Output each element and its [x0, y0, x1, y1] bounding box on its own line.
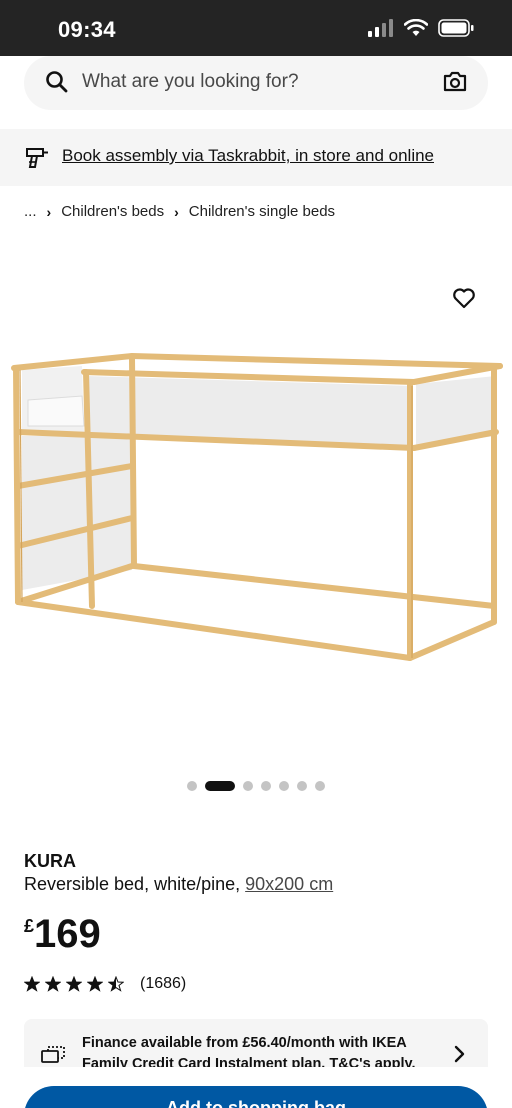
price-currency: £ — [24, 916, 35, 936]
rating-count: (1686) — [140, 975, 187, 992]
carousel-dot[interactable] — [279, 781, 289, 791]
product-description: Reversible bed, white/pine, 90x200 cm — [24, 874, 333, 895]
star-full-icon — [87, 976, 103, 992]
breadcrumb: ... › Children's beds › Children's singl… — [24, 203, 335, 220]
product-type: Reversible bed, white/pine, — [24, 874, 241, 894]
status-time: 09:34 — [58, 17, 116, 42]
product-name: KURA — [24, 851, 76, 871]
camera-icon[interactable] — [442, 69, 468, 100]
chevron-right-icon — [454, 1045, 466, 1067]
carousel-dot-active[interactable] — [205, 781, 235, 791]
carousel-dot[interactable] — [261, 781, 271, 791]
product-price: £169 — [24, 912, 101, 957]
star-full-icon — [24, 976, 40, 992]
drill-icon — [24, 145, 50, 176]
wifi-icon — [403, 18, 429, 42]
search-input[interactable]: What are you looking for? — [24, 56, 488, 110]
search-placeholder: What are you looking for? — [82, 71, 299, 92]
star-full-icon — [66, 976, 82, 992]
finance-text: Finance available from £56.40/month with… — [82, 1035, 416, 1067]
favourite-heart-icon[interactable] — [452, 287, 476, 314]
price-value: 169 — [34, 912, 101, 956]
product-size-link[interactable]: 90x200 cm — [245, 874, 333, 894]
chevron-right-icon: › — [46, 203, 52, 220]
carousel-dot[interactable] — [315, 781, 325, 791]
product-rating[interactable]: (1686) — [24, 975, 186, 993]
status-icons — [368, 18, 474, 42]
carousel-dots[interactable] — [0, 781, 512, 791]
assembly-banner[interactable]: Book assembly via Taskrabbit, in store a… — [0, 129, 512, 186]
finance-card[interactable]: Finance available from £56.40/month with… — [24, 1019, 488, 1067]
battery-icon — [438, 19, 474, 42]
assembly-banner-link[interactable]: Book assembly via Taskrabbit, in store a… — [62, 146, 434, 166]
credit-card-icon — [40, 1043, 66, 1067]
breadcrumb-childrens-beds[interactable]: Children's beds — [61, 203, 164, 220]
carousel-dot[interactable] — [243, 781, 253, 791]
carousel-dot[interactable] — [187, 781, 197, 791]
search-section: What are you looking for? — [0, 56, 512, 128]
add-to-bag-label: Add to shopping bag — [166, 1098, 346, 1108]
breadcrumb-ellipsis[interactable]: ... — [24, 203, 37, 220]
chevron-right-icon: › — [174, 203, 179, 220]
carousel-dot[interactable] — [297, 781, 307, 791]
status-bar: 09:34 — [0, 0, 512, 56]
star-full-icon — [45, 976, 61, 992]
star-half-icon — [108, 976, 124, 992]
add-to-bag-button[interactable]: Add to shopping bag — [24, 1086, 488, 1108]
breadcrumb-childrens-single-beds[interactable]: Children's single beds — [189, 203, 335, 220]
product-image — [11, 353, 503, 661]
cellular-signal-icon — [368, 19, 394, 42]
search-icon — [44, 69, 70, 100]
rating-stars — [24, 976, 124, 992]
